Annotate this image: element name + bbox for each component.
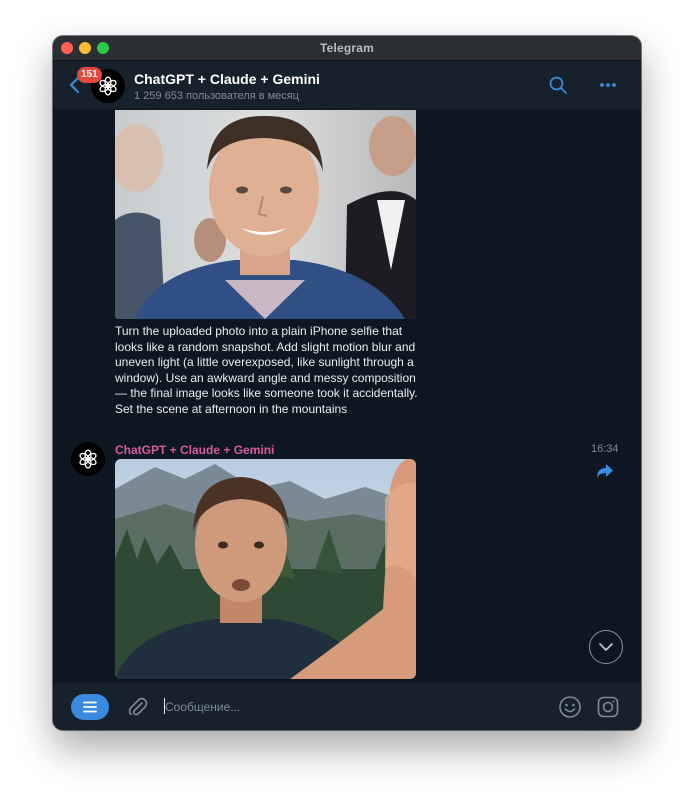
bot-menu-button[interactable] bbox=[71, 694, 109, 720]
paperclip-icon[interactable] bbox=[125, 695, 149, 719]
unread-badge: 151 bbox=[77, 67, 102, 83]
message-photo[interactable] bbox=[115, 110, 416, 319]
instagram-camera-icon[interactable] bbox=[596, 695, 620, 719]
emoji-icon[interactable] bbox=[558, 695, 582, 719]
openai-logo-icon bbox=[79, 449, 97, 469]
portrait-photo bbox=[115, 110, 416, 319]
message-photo[interactable] bbox=[115, 459, 416, 679]
chevron-down-icon bbox=[599, 643, 613, 651]
message-composer bbox=[53, 682, 641, 730]
chat-subtitle: 1 259 653 пользователя в месяц bbox=[134, 90, 300, 102]
message-time: 16:34 bbox=[591, 443, 619, 455]
menu-icon bbox=[83, 701, 97, 713]
more-horizontal-icon[interactable] bbox=[598, 75, 618, 95]
search-icon[interactable] bbox=[548, 75, 568, 95]
chat-header: 151 ChatGPT + Claude + Gemini 1 259 653 … bbox=[53, 61, 641, 110]
scroll-to-bottom-button[interactable] bbox=[589, 630, 623, 664]
message-input[interactable] bbox=[165, 697, 525, 717]
forward-arrow-icon[interactable] bbox=[596, 463, 614, 479]
telegram-window: Telegram 151 ChatGPT + Claude + Gemini 1… bbox=[53, 36, 641, 730]
mountain-selfie-photo bbox=[115, 459, 416, 679]
chat-title[interactable]: ChatGPT + Claude + Gemini bbox=[134, 71, 320, 87]
window-title: Telegram bbox=[319, 41, 375, 55]
message-sender-name[interactable]: ChatGPT + Claude + Gemini bbox=[115, 443, 274, 457]
message-text: Turn the uploaded photo into a plain iPh… bbox=[115, 324, 418, 416]
window-titlebar: Telegram bbox=[53, 36, 641, 61]
message-list[interactable]: Turn the uploaded photo into a plain iPh… bbox=[53, 110, 641, 682]
sender-avatar[interactable] bbox=[71, 442, 105, 476]
